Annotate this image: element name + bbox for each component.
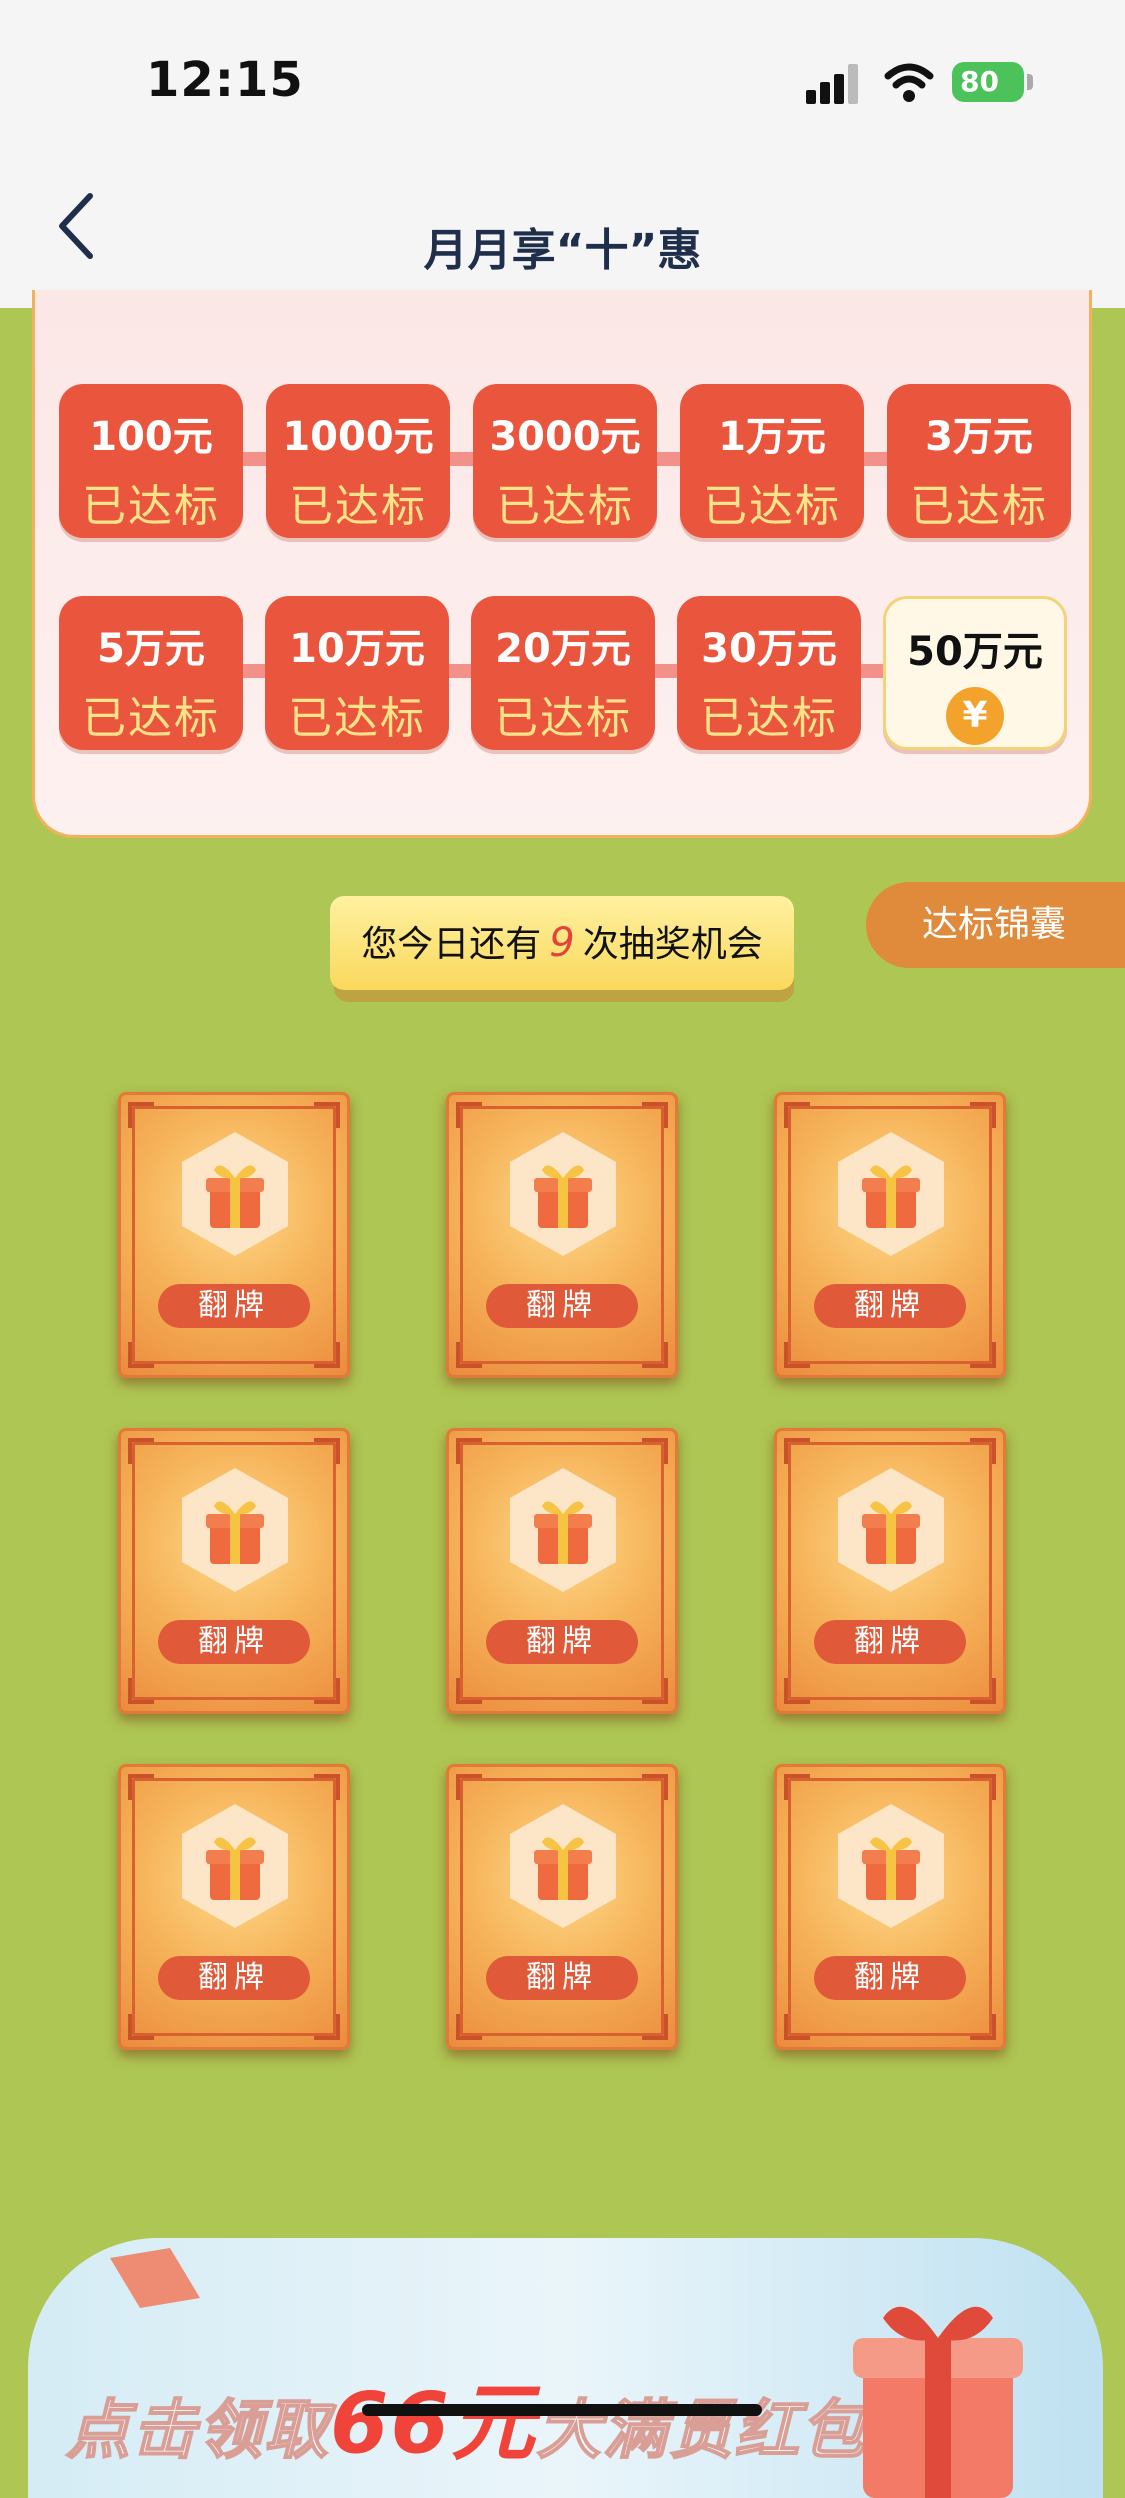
corner-ornament bbox=[642, 2014, 668, 2040]
flip-card[interactable]: 翻牌 bbox=[118, 1092, 350, 1378]
milestone-badge: 10万元 已达标 bbox=[265, 596, 449, 750]
flip-card[interactable]: 翻牌 bbox=[774, 1764, 1006, 2050]
corner-ornament bbox=[784, 1342, 810, 1368]
corner-ornament bbox=[456, 1102, 482, 1128]
milestone-badge: 100元 已达标 bbox=[59, 384, 243, 538]
gift-icon bbox=[182, 1132, 288, 1256]
top-bar: 12:15 80 月月享“十”惠 bbox=[0, 0, 1125, 308]
gift-icon bbox=[838, 1468, 944, 1592]
milestone-badge-locked: 50万元 ¥ bbox=[883, 596, 1067, 750]
flip-card[interactable]: 翻牌 bbox=[446, 1092, 678, 1378]
corner-ornament bbox=[642, 1102, 668, 1128]
flip-card[interactable]: 翻牌 bbox=[446, 1764, 678, 2050]
gift-icon bbox=[182, 1804, 288, 1928]
corner-ornament bbox=[970, 1342, 996, 1368]
corner-ornament bbox=[314, 1774, 340, 1800]
flip-card[interactable]: 翻牌 bbox=[446, 1428, 678, 1714]
milestone-badge: 20万元 已达标 bbox=[471, 596, 655, 750]
tips-tab-button[interactable]: 达标锦囊 bbox=[866, 882, 1125, 968]
milestone-badge: 30万元 已达标 bbox=[677, 596, 861, 750]
flip-card[interactable]: 翻牌 bbox=[118, 1764, 350, 2050]
page-title: 月月享“十”惠 bbox=[423, 225, 702, 276]
flip-label: 翻牌 bbox=[814, 1620, 966, 1664]
flip-label: 翻牌 bbox=[814, 1284, 966, 1328]
corner-ornament bbox=[456, 1678, 482, 1704]
corner-ornament bbox=[784, 1678, 810, 1704]
corner-ornament bbox=[314, 1678, 340, 1704]
gift-icon bbox=[510, 1804, 616, 1928]
home-indicator bbox=[362, 2404, 762, 2416]
milestone-panel: 100元 已达标 1000元 已达标 3000元 已达标 1万元 已达标 3万元 已达标 … bbox=[32, 290, 1092, 838]
flip-label: 翻牌 bbox=[814, 1956, 966, 2000]
milestone-badge: 3000元 已达标 bbox=[473, 384, 657, 538]
corner-ornament bbox=[128, 1438, 154, 1464]
gift-icon bbox=[838, 1804, 944, 1928]
flip-label: 翻牌 bbox=[158, 1620, 310, 1664]
flip-card[interactable]: 翻牌 bbox=[774, 1092, 1006, 1378]
corner-ornament bbox=[784, 1102, 810, 1128]
corner-ornament bbox=[128, 1774, 154, 1800]
corner-ornament bbox=[970, 1102, 996, 1128]
flip-card[interactable]: 翻牌 bbox=[774, 1428, 1006, 1714]
status-time: 12:15 bbox=[146, 52, 304, 108]
corner-ornament bbox=[128, 2014, 154, 2040]
gift-icon bbox=[510, 1468, 616, 1592]
milestone-badge: 1000元 已达标 bbox=[266, 384, 450, 538]
flip-label: 翻牌 bbox=[486, 1284, 638, 1328]
corner-ornament bbox=[784, 2014, 810, 2040]
battery-tip bbox=[1027, 74, 1033, 90]
wifi-icon bbox=[884, 63, 934, 102]
flip-label: 翻牌 bbox=[158, 1284, 310, 1328]
corner-ornament bbox=[784, 1438, 810, 1464]
corner-ornament bbox=[642, 1678, 668, 1704]
corner-ornament bbox=[456, 2014, 482, 2040]
gift-icon bbox=[838, 1132, 944, 1256]
corner-ornament bbox=[456, 1438, 482, 1464]
yuan-coin-icon: ¥ bbox=[946, 687, 1004, 745]
battery-icon: 80 bbox=[952, 62, 1024, 102]
gift-box-icon bbox=[853, 2306, 1023, 2498]
flip-label: 翻牌 bbox=[486, 1956, 638, 2000]
banner-text: 点击领取66元大满贯红包 bbox=[65, 2374, 867, 2472]
corner-ornament bbox=[642, 1438, 668, 1464]
corner-ornament bbox=[128, 1678, 154, 1704]
corner-ornament bbox=[970, 1678, 996, 1704]
flip-card[interactable]: 翻牌 bbox=[118, 1428, 350, 1714]
corner-ornament bbox=[314, 1438, 340, 1464]
corner-ornament bbox=[456, 1342, 482, 1368]
chances-count: 9 bbox=[549, 920, 575, 966]
signal-icon bbox=[806, 64, 862, 104]
corner-ornament bbox=[456, 1774, 482, 1800]
milestone-badge: 5万元 已达标 bbox=[59, 596, 243, 750]
corner-ornament bbox=[970, 2014, 996, 2040]
chances-pill: 您今日还有 9 次抽奖机会 bbox=[330, 896, 794, 990]
flip-label: 翻牌 bbox=[486, 1620, 638, 1664]
corner-ornament bbox=[642, 1774, 668, 1800]
corner-ornament bbox=[314, 1102, 340, 1128]
corner-ornament bbox=[314, 2014, 340, 2040]
ribbon-icon bbox=[110, 2248, 200, 2308]
milestone-badge: 1万元 已达标 bbox=[680, 384, 864, 538]
corner-ornament bbox=[970, 1774, 996, 1800]
milestone-badge: 3万元 已达标 bbox=[887, 384, 1071, 538]
gift-icon bbox=[510, 1132, 616, 1256]
flip-label: 翻牌 bbox=[158, 1956, 310, 2000]
promo-banner[interactable]: 点击领取66元大满贯红包 bbox=[28, 2238, 1103, 2498]
corner-ornament bbox=[314, 1342, 340, 1368]
corner-ornament bbox=[128, 1102, 154, 1128]
corner-ornament bbox=[784, 1774, 810, 1800]
corner-ornament bbox=[970, 1438, 996, 1464]
corner-ornament bbox=[642, 1342, 668, 1368]
corner-ornament bbox=[128, 1342, 154, 1368]
gift-icon bbox=[182, 1468, 288, 1592]
